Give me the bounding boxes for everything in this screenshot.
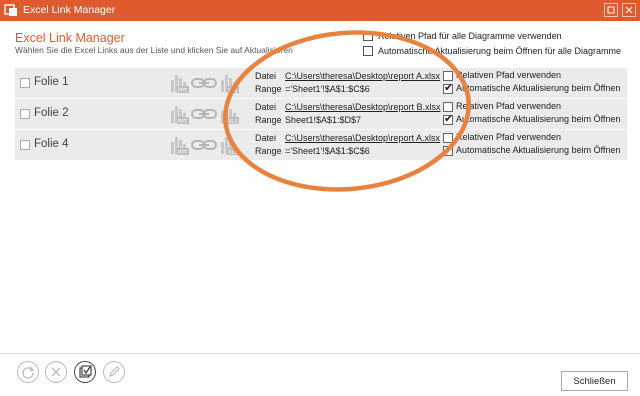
- link-row[interactable]: Folie 2 PPT XLS Datei C:\Users\theresa\D…: [15, 99, 627, 129]
- auto-update-checkbox[interactable]: ✔: [443, 82, 454, 94]
- delete-button[interactable]: [45, 361, 67, 383]
- relative-path-label: Relativen Pfad verwenden: [456, 132, 562, 142]
- page-subtitle: Wählen Sie die Excel Links aus der Liste…: [15, 45, 293, 55]
- window-title: Excel Link Manager: [23, 4, 116, 16]
- range-label: Range: [255, 84, 282, 94]
- range-value: ='Sheet1'!$A$1:$C$6: [285, 84, 370, 94]
- relative-path-checkbox[interactable]: [443, 71, 453, 81]
- file-path-link[interactable]: C:\Users\theresa\Desktop\report B.xlsx: [285, 102, 441, 112]
- maximize-button[interactable]: [604, 3, 618, 17]
- auto-update-label: Automatische Aktualisierung beim Öffnen: [456, 145, 621, 155]
- close-icon: [625, 6, 633, 14]
- svg-text:PPT: PPT: [178, 150, 188, 156]
- edit-button[interactable]: [103, 361, 125, 383]
- file-path-link[interactable]: C:\Users\theresa\Desktop\report A.xlsx: [285, 133, 440, 143]
- slide-label: Folie 1: [34, 76, 69, 88]
- checkmark-icon: ✔: [444, 113, 454, 125]
- xls-chart-icon: XLS: [221, 106, 239, 125]
- edit-icon: [109, 366, 120, 377]
- svg-text:PPT: PPT: [178, 88, 188, 94]
- range-value: Sheet1!$A$1:$D$7: [285, 115, 362, 125]
- svg-text:XLS: XLS: [228, 119, 237, 125]
- auto-update-checkbox[interactable]: ✔: [443, 113, 454, 125]
- xls-chart-icon: XLS: [221, 137, 239, 156]
- delete-icon: [51, 367, 61, 377]
- maximize-icon: [607, 6, 615, 14]
- auto-update-label: Automatische Aktualisierung beim Öffnen: [456, 83, 621, 93]
- auto-update-label: Automatische Aktualisierung beim Öffnen: [456, 114, 621, 124]
- range-value: ='Sheet1'!$A$1:$C$6: [285, 146, 370, 156]
- row-select-checkbox[interactable]: [20, 78, 30, 88]
- relative-path-label: Relativen Pfad verwenden: [456, 101, 562, 111]
- auto-update-all-label: Automatische Aktualisierung beim Öffnen …: [378, 46, 621, 56]
- relative-path-all-checkbox[interactable]: [363, 31, 373, 41]
- checkmark-icon: ✔: [444, 82, 454, 94]
- link-chain-icon: [191, 140, 217, 150]
- auto-update-checkbox[interactable]: [443, 146, 453, 156]
- close-window-button[interactable]: [622, 3, 636, 17]
- close-dialog-button[interactable]: Schließen: [561, 371, 628, 391]
- refresh-icon: [22, 366, 35, 379]
- title-bar: Excel Link Manager: [0, 0, 640, 21]
- svg-text:XLS: XLS: [228, 88, 237, 94]
- relative-path-label: Relativen Pfad verwenden: [456, 70, 562, 80]
- slide-label: Folie 4: [34, 138, 69, 150]
- footer-divider: [0, 353, 640, 354]
- row-select-checkbox[interactable]: [20, 140, 30, 150]
- relative-path-checkbox[interactable]: [443, 102, 453, 112]
- link-chain-icon: [191, 78, 217, 88]
- ppt-chart-icon: PPT: [171, 75, 189, 94]
- refresh-button[interactable]: [17, 361, 39, 383]
- ppt-chart-icon: PPT: [171, 137, 189, 156]
- select-all-button[interactable]: [74, 361, 96, 383]
- svg-text:PPT: PPT: [178, 119, 188, 125]
- file-label: Datei: [255, 71, 277, 81]
- svg-text:XLS: XLS: [228, 150, 237, 156]
- select-all-icon: [79, 365, 92, 378]
- page-title: Excel Link Manager: [15, 31, 125, 45]
- link-chain-icon: [191, 109, 217, 119]
- annotation-ellipse: [223, 30, 471, 192]
- ppt-chart-icon: PPT: [171, 106, 189, 125]
- range-label: Range: [255, 146, 282, 156]
- range-label: Range: [255, 115, 282, 125]
- relative-path-all-label: Relativen Pfad für alle Diagramme verwen…: [378, 31, 562, 41]
- xls-chart-icon: XLS: [221, 75, 239, 94]
- file-label: Datei: [255, 133, 277, 143]
- app-icon: [4, 4, 17, 16]
- relative-path-checkbox[interactable]: [443, 133, 453, 143]
- slide-label: Folie 2: [34, 107, 69, 119]
- file-label: Datei: [255, 102, 277, 112]
- row-select-checkbox[interactable]: [20, 109, 30, 119]
- auto-update-all-checkbox[interactable]: [363, 46, 373, 56]
- link-row[interactable]: Folie 4 PPT XLS Datei C:\Users\theresa\D…: [15, 130, 627, 160]
- file-path-link[interactable]: C:\Users\theresa\Desktop\report A.xlsx: [285, 71, 440, 81]
- link-row[interactable]: Folie 1 PPT XLS Datei C:\Users\theresa\D…: [15, 68, 627, 98]
